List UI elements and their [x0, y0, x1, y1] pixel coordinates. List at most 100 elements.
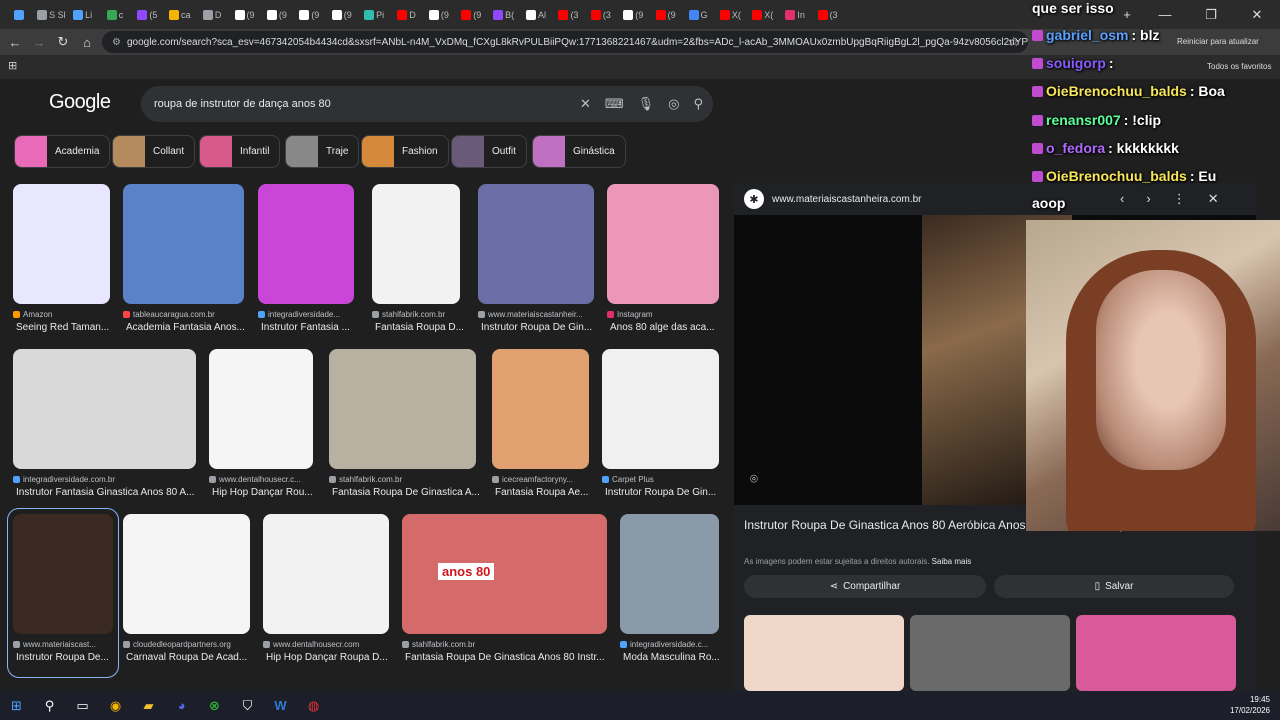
filter-chip[interactable]: Traje	[285, 135, 360, 168]
image-result[interactable]: Carpet Plus Instrutor Roupa De Gin...	[602, 349, 719, 507]
image-result[interactable]: integradiversidade... Instrutor Fantasia …	[258, 184, 354, 342]
word-icon[interactable]: W	[264, 691, 297, 720]
search-taskbar-icon[interactable]: ⚲	[33, 691, 66, 720]
result-title[interactable]: Instrutor Roupa De...	[16, 652, 120, 663]
result-title[interactable]: Instrutor Roupa De Gin...	[481, 322, 601, 333]
result-title[interactable]: Instrutor Roupa De Gin...	[605, 487, 726, 498]
result-thumbnail[interactable]	[123, 514, 250, 634]
clear-icon[interactable]: ✕	[580, 96, 591, 112]
browser-tab[interactable]: X(	[714, 4, 746, 26]
shield-icon[interactable]: ⛉	[231, 691, 264, 720]
image-result[interactable]: integradiversidade.c... Moda Masculina Ro…	[620, 514, 720, 672]
result-title[interactable]: Seeing Red Taman...	[16, 322, 117, 333]
image-result[interactable]: stahlfabrik.com.br Fantasia Roupa D...	[372, 184, 464, 342]
related-image-2[interactable]	[910, 615, 1070, 691]
result-source[interactable]: stahlfabrik.com.br	[402, 640, 607, 649]
result-title[interactable]: Fantasia Roupa De Ginastica A...	[332, 487, 483, 498]
save-button[interactable]: ▯ Salvar	[994, 575, 1234, 598]
home-button[interactable]: ⌂	[75, 35, 99, 50]
browser-tab[interactable]: (3	[585, 4, 617, 26]
image-result[interactable]: tableaucaragua.com.br Academia Fantasia A…	[123, 184, 245, 342]
browser-tab[interactable]: (3	[811, 4, 843, 26]
browser-tab[interactable]: (9	[617, 4, 649, 26]
result-title[interactable]: Carnaval Roupa De Acad...	[126, 652, 257, 663]
chrome-icon[interactable]: ◉	[99, 691, 132, 720]
result-thumbnail[interactable]	[329, 349, 476, 469]
result-thumbnail[interactable]	[258, 184, 354, 304]
browser-tab[interactable]: Al	[520, 4, 552, 26]
image-result[interactable]: www.dentalhousecr.c... Hip Hop Dançar Rou…	[209, 349, 313, 507]
browser-tab[interactable]: X(	[747, 4, 779, 26]
browser-tab[interactable]: (9	[423, 4, 455, 26]
result-thumbnail[interactable]	[620, 514, 719, 634]
browser-tab[interactable]: B(	[487, 4, 519, 26]
result-source[interactable]: integradiversidade.com.br	[13, 475, 196, 484]
close-panel-icon[interactable]: ✕	[1208, 191, 1219, 207]
discord-icon[interactable]: ◕	[165, 691, 198, 720]
result-thumbnail[interactable]	[602, 349, 719, 469]
update-label[interactable]: Reiniciar para atualizar	[1177, 37, 1259, 46]
apps-grid-icon[interactable]: ⊞	[8, 59, 17, 72]
bookmark-star-icon[interactable]: ☆	[1008, 34, 1020, 50]
back-button[interactable]: ←	[3, 35, 27, 50]
browser-tab[interactable]: S Sl	[36, 4, 66, 26]
filter-chip[interactable]: Collant	[112, 135, 196, 168]
result-title[interactable]: Hip Hop Dançar Roupa D...	[266, 652, 396, 663]
browser-tab[interactable]: (9	[228, 4, 260, 26]
image-result[interactable]: www.dentalhousecr.com Hip Hop Dançar Roup…	[263, 514, 389, 672]
related-image-3[interactable]	[1076, 615, 1236, 691]
lens-icon[interactable]: ◎	[668, 96, 679, 112]
browser-tab[interactable]: (9	[649, 4, 681, 26]
result-source[interactable]: integradiversidade...	[258, 310, 354, 319]
result-title[interactable]: Anos 80 alge das aca...	[610, 322, 726, 333]
result-thumbnail[interactable]	[263, 514, 389, 634]
browser-tab[interactable]: D	[196, 4, 228, 26]
minimize-button[interactable]: —	[1142, 7, 1188, 22]
new-tab-button[interactable]: +	[1112, 7, 1142, 22]
browser-tab[interactable]: (9	[261, 4, 293, 26]
browser-tab[interactable]: G	[682, 4, 714, 26]
browser-tab[interactable]: D	[390, 4, 422, 26]
browser-tab[interactable]: (9	[455, 4, 487, 26]
task-view-icon[interactable]: ▭	[66, 691, 99, 720]
share-button[interactable]: ⋖ Compartilhar	[744, 575, 986, 598]
result-source[interactable]: cloudedleopardpartners.org	[123, 640, 250, 649]
result-title[interactable]: Instrutor Fantasia ...	[261, 322, 361, 333]
result-thumbnail[interactable]	[402, 514, 607, 634]
result-source[interactable]: tableaucaragua.com.br	[123, 310, 244, 319]
browser-tab[interactable]: c	[99, 4, 131, 26]
filter-chip[interactable]: Outfit	[451, 135, 527, 168]
next-arrow-icon[interactable]: ›	[1146, 191, 1150, 207]
filter-chip[interactable]: Fashion	[361, 135, 449, 168]
close-window-button[interactable]: ✕	[1234, 7, 1280, 23]
google-logo[interactable]: Google	[49, 91, 111, 114]
result-source[interactable]: www.dentalhousecr.c...	[209, 475, 313, 484]
result-source[interactable]: Amazon	[13, 310, 110, 319]
browser-tab[interactable]: ca	[164, 4, 196, 26]
address-bar[interactable]: ⚙ google.com/search?sca_esv=467342054b44…	[102, 31, 1028, 53]
result-source[interactable]: www.materiaiscast...	[13, 640, 113, 649]
search-icon[interactable]: ⚲	[693, 96, 703, 112]
image-result[interactable]: Instagram Anos 80 alge das aca...	[607, 184, 719, 342]
file-explorer-icon[interactable]: ▰	[132, 691, 165, 720]
image-result[interactable]: integradiversidade.com.br Instrutor Fanta…	[13, 349, 196, 507]
image-result[interactable]: stahlfabrik.com.br Fantasia Roupa De Gina…	[402, 514, 607, 672]
restore-button[interactable]: ❐	[1188, 7, 1234, 23]
result-source[interactable]: stahlfabrik.com.br	[372, 310, 460, 319]
result-source[interactable]: Instagram	[607, 310, 719, 319]
filter-chip[interactable]: Ginástica	[532, 135, 626, 168]
learn-more-link[interactable]: Saiba mais	[932, 557, 972, 566]
browser-tab[interactable]: (5	[131, 4, 163, 26]
browser-tab[interactable]: (3	[552, 4, 584, 26]
image-result[interactable]: Amazon Seeing Red Taman...	[13, 184, 110, 342]
previous-arrow-icon[interactable]: ‹	[1120, 191, 1124, 207]
result-thumbnail[interactable]	[13, 184, 110, 304]
image-result[interactable]: www.materiaiscast... Instrutor Roupa De..…	[7, 508, 119, 678]
result-source[interactable]: www.materiaiscastanheir...	[478, 310, 594, 319]
image-result[interactable]: stahlfabrik.com.br Fantasia Roupa De Gina…	[329, 349, 480, 507]
image-result[interactable]: www.materiaiscastanheir... Instrutor Roup…	[478, 184, 594, 342]
result-title[interactable]: Academia Fantasia Anos...	[126, 322, 251, 333]
result-thumbnail[interactable]	[478, 184, 594, 304]
image-result[interactable]: cloudedleopardpartners.org Carnaval Roupa…	[123, 514, 250, 672]
result-title[interactable]: Moda Masculina Ro...	[623, 652, 726, 663]
